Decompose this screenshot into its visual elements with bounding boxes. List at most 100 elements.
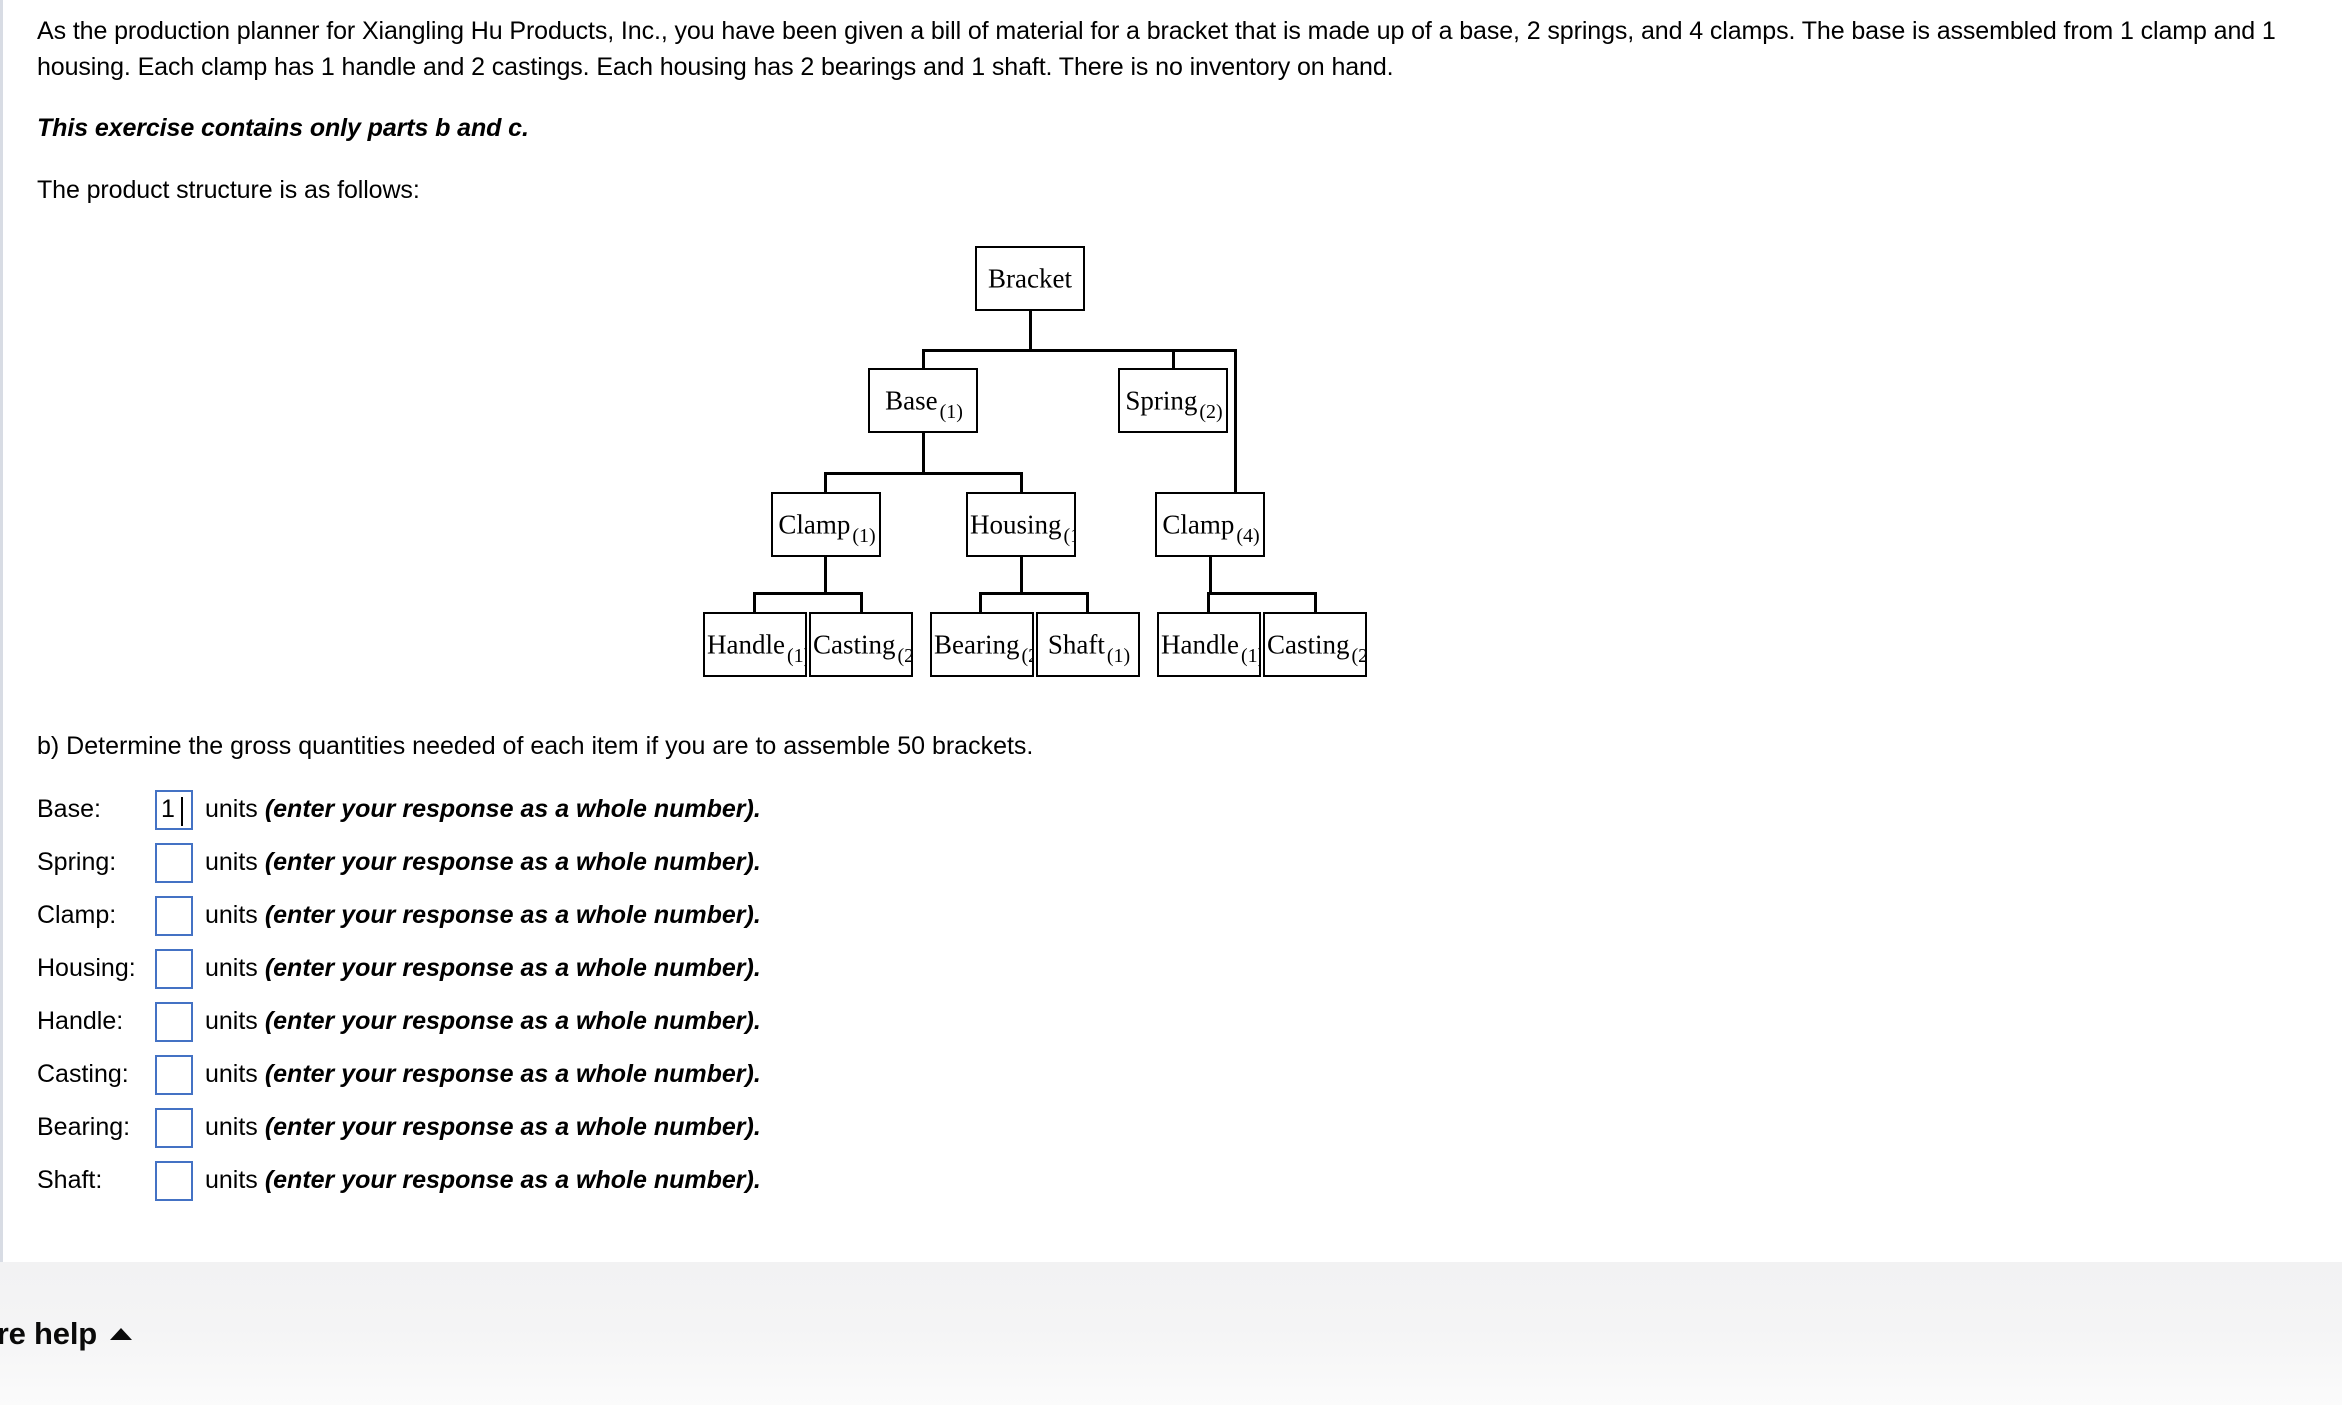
answer-label: Bearing:	[37, 1113, 131, 1141]
tree-node-content: Clamp (1)	[773, 509, 879, 545]
tree-node-content: Handle(1)	[1159, 629, 1259, 665]
connector-to-shaft	[1086, 592, 1089, 614]
question-b-text: b) Determine the gross quantities needed…	[37, 732, 1034, 760]
tree-node-label: Casting	[1267, 629, 1350, 659]
bottom-toolbar: ore help Clear all Check answer	[0, 1262, 2342, 1405]
units-label: units	[205, 1060, 258, 1088]
tree-node-label: Clamp	[1162, 509, 1235, 539]
units-label: units	[205, 954, 258, 982]
answer-row: Base: 1 units (enter your response as a who…	[37, 783, 2342, 836]
more-help-label: ore help	[0, 1315, 97, 1351]
tree-node-base: Base (1)	[868, 368, 978, 433]
connector-housing-stem	[1020, 557, 1023, 594]
tree-node-label: Handle	[1161, 629, 1239, 659]
answer-label: Shaft:	[37, 1166, 103, 1194]
tree-node-content: Clamp (4)	[1157, 509, 1263, 545]
tree-node-content: Handle(1)	[705, 629, 805, 665]
tree-node-quantity: (1)	[786, 644, 805, 667]
tree-node-spring: Spring (2)	[1118, 368, 1228, 433]
connector-clamp4-stem	[1209, 557, 1212, 594]
connector-to-casting1	[860, 592, 863, 614]
structure-lead-text: The product structure is as follows:	[37, 175, 420, 204]
connector-base-bus	[824, 472, 1022, 475]
connector-to-clamp4	[1234, 349, 1237, 494]
exercise-page: As the production planner for Xiangling …	[0, 0, 2342, 1405]
exercise-content-pane: As the production planner for Xiangling …	[0, 0, 2342, 1262]
answer-input-clamp[interactable]	[155, 895, 193, 936]
more-help-toggle[interactable]: ore help	[0, 1316, 132, 1352]
units-label: units	[205, 1166, 258, 1194]
tree-node-content: Spring (2)	[1120, 385, 1226, 421]
tree-node-housing: Housing(1)	[966, 492, 1076, 557]
tree-node-quantity: (2)	[1199, 400, 1223, 423]
tree-node-label: Spring	[1125, 385, 1198, 415]
tree-node-label: Base	[885, 385, 938, 415]
tree-node-label: Bracket	[988, 263, 1072, 293]
answer-row: Clamp: units (enter your response as a who…	[37, 889, 2342, 942]
answer-input-housing[interactable]	[155, 948, 193, 989]
answer-row: Bearing: units (enter your response as a w…	[37, 1101, 2342, 1154]
answer-row: Housing: units (enter your response as a w…	[37, 942, 2342, 995]
connector-to-spring	[1172, 349, 1175, 370]
scope-note-text: This exercise contains only parts b and …	[37, 114, 529, 142]
answer-label: Base:	[37, 795, 101, 823]
tree-node-casting1: Casting(2)	[809, 612, 913, 677]
tree-node-quantity: (2)	[897, 644, 911, 667]
tree-node-label: Housing	[970, 509, 1062, 539]
tree-node-label: Clamp	[778, 509, 851, 539]
bom-tree: BracketBase(1)Spring(2)Clamp(1)Housing(1…	[703, 208, 1653, 728]
answer-input-shaft[interactable]	[155, 1160, 193, 1201]
tree-node-quantity: (4)	[1236, 524, 1260, 547]
connector-base-stem	[922, 433, 925, 474]
tree-node-label: Handle	[707, 629, 785, 659]
tree-node-content: Casting(2)	[811, 629, 911, 665]
answer-label: Casting:	[37, 1060, 129, 1088]
connector-to-handle1	[753, 592, 756, 614]
tree-node-quantity: (1)	[852, 524, 876, 547]
connector-to-casting2	[1314, 592, 1317, 614]
tree-node-label: Casting	[813, 629, 896, 659]
response-hint: (enter your response as a whole number).	[264, 954, 761, 982]
answer-row: Handle: units (enter your response as a wh…	[37, 995, 2342, 1048]
tree-node-quantity: (2)	[1021, 644, 1032, 667]
tree-node-quantity: (1)	[939, 400, 963, 423]
answer-input-bearing[interactable]	[155, 1107, 193, 1148]
tree-node-content: Bracket	[977, 263, 1083, 294]
problem-intro-text: As the production planner for Xiangling …	[37, 17, 2276, 81]
tree-node-content: Housing(1)	[968, 509, 1074, 545]
connector-clamp1-stem	[824, 557, 827, 594]
tree-node-clamp1: Clamp (1)	[771, 492, 881, 557]
response-hint: (enter your response as a whole number).	[264, 1060, 761, 1088]
answer-input-spring[interactable]	[155, 842, 193, 883]
answer-row: Spring: units (enter your response as a wh…	[37, 836, 2342, 889]
answer-input-handle[interactable]	[155, 1001, 193, 1042]
product-structure-diagram: BracketBase(1)Spring(2)Clamp(1)Housing(1…	[3, 208, 2342, 728]
tree-node-bracket: Bracket	[975, 246, 1085, 311]
tree-node-label: Bearing	[934, 629, 1020, 659]
response-hint: (enter your response as a whole number).	[264, 848, 761, 876]
tree-node-content: Casting(2)	[1265, 629, 1365, 665]
tree-node-clamp4: Clamp (4)	[1155, 492, 1265, 557]
response-hint: (enter your response as a whole number).	[264, 901, 761, 929]
connector-housing-bus	[979, 592, 1089, 595]
answer-label: Spring:	[37, 848, 117, 876]
tree-node-content: Bearing(2)	[932, 629, 1032, 665]
tree-node-shaft: Shaft (1)	[1036, 612, 1140, 677]
answer-row: Casting: units (enter your response as a w…	[37, 1048, 2342, 1101]
tree-node-quantity: (2)	[1351, 644, 1365, 667]
connector-bracket-bus	[922, 349, 1237, 352]
units-label: units	[205, 795, 258, 823]
answer-input-base[interactable]: 1	[155, 789, 193, 830]
response-hint: (enter your response as a whole number).	[264, 1007, 761, 1035]
answer-row: Shaft: units (enter your response as a who…	[37, 1154, 2342, 1207]
connector-to-handle2	[1207, 592, 1210, 614]
tree-node-content: Base (1)	[870, 385, 976, 421]
answer-input-casting[interactable]	[155, 1054, 193, 1095]
tree-node-handle1: Handle(1)	[703, 612, 807, 677]
tree-node-content: Shaft (1)	[1038, 629, 1138, 665]
chevron-up-icon	[109, 1327, 132, 1340]
connector-to-base	[922, 349, 925, 370]
tree-node-quantity: (1)	[1063, 524, 1074, 547]
answer-label: Clamp:	[37, 901, 117, 929]
tree-node-handle2: Handle(1)	[1157, 612, 1261, 677]
